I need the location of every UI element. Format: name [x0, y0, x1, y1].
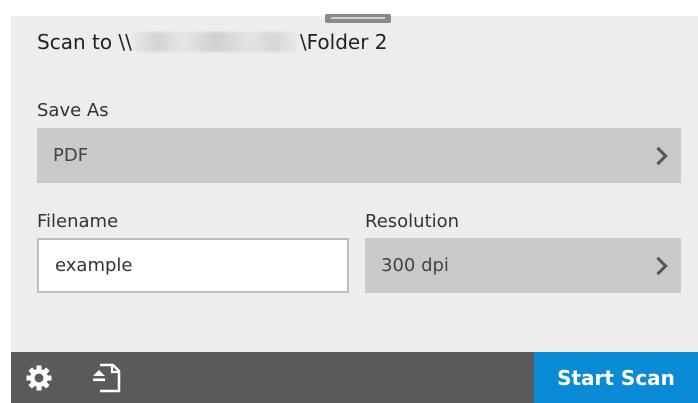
filename-value: example: [55, 255, 133, 276]
save-as-select[interactable]: PDF: [37, 128, 681, 183]
title-prefix: Scan to \\: [37, 30, 132, 54]
gear-icon[interactable]: [25, 364, 53, 396]
drag-handle[interactable]: [325, 14, 391, 23]
title-suffix: \Folder 2: [299, 30, 388, 54]
filename-label: Filename: [37, 211, 119, 232]
scan-panel: [11, 16, 698, 403]
save-as-label: Save As: [37, 100, 109, 121]
redacted-address: [132, 32, 299, 52]
page-title: Scan to \\ \Folder 2: [37, 30, 388, 54]
start-scan-button[interactable]: Start Scan: [534, 352, 698, 403]
chevron-right-icon: [649, 146, 668, 165]
resolution-label: Resolution: [365, 211, 460, 232]
bottom-bar: Start Scan: [11, 352, 698, 403]
resolution-select[interactable]: 300 dpi: [365, 238, 681, 293]
filename-field[interactable]: example: [37, 238, 349, 293]
document-eject-icon[interactable]: [91, 362, 123, 398]
save-as-value: PDF: [53, 145, 89, 166]
resolution-value: 300 dpi: [381, 255, 449, 276]
chevron-right-icon: [649, 256, 668, 275]
